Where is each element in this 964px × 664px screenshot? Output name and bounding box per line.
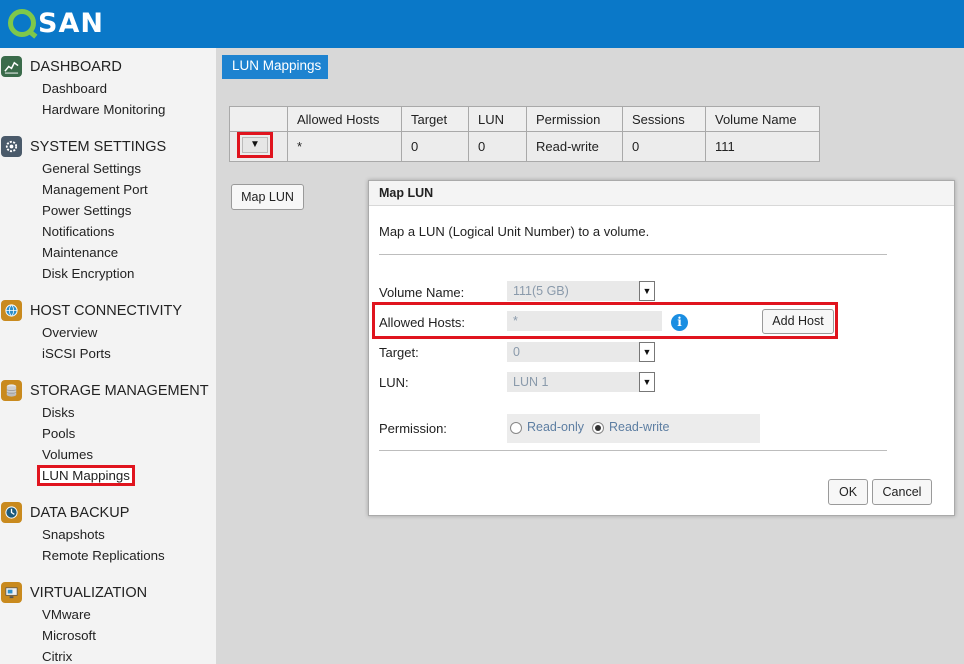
info-icon[interactable]: i	[671, 314, 688, 331]
sidebar-header-storage-management[interactable]: STORAGE MANAGEMENT	[0, 380, 216, 402]
sidebar-title: SYSTEM SETTINGS	[30, 139, 167, 155]
table-header: Sessions	[622, 106, 706, 132]
table-row: ▼ * 0 0 Read-write 0 111	[229, 131, 820, 162]
map-lun-button[interactable]: Map LUN	[231, 184, 304, 210]
sidebar-item-remote-replications[interactable]: Remote Replications	[0, 545, 216, 566]
volume-name-select[interactable]: 111(5 GB) ▼	[507, 281, 655, 301]
table-cell: 0	[622, 131, 706, 162]
target-label: Target:	[379, 345, 419, 360]
sidebar-item-power-settings[interactable]: Power Settings	[0, 200, 216, 221]
volume-name-label: Volume Name:	[379, 285, 465, 300]
dialog-description: Map a LUN (Logical Unit Number) to a vol…	[379, 224, 650, 239]
table-cell: 111	[705, 131, 820, 162]
sidebar-item-dashboard[interactable]: Dashboard	[0, 78, 216, 99]
sidebar-header-data-backup[interactable]: DATA BACKUP	[0, 502, 216, 524]
sidebar: DASHBOARD Dashboard Hardware Monitoring …	[0, 48, 216, 664]
chevron-down-icon: ▼	[639, 372, 655, 392]
sidebar-item-iscsi-ports[interactable]: iSCSI Ports	[0, 343, 216, 364]
sidebar-item-management-port[interactable]: Management Port	[0, 179, 216, 200]
sidebar-header-host-connectivity[interactable]: HOST CONNECTIVITY	[0, 300, 216, 322]
dialog-title: Map LUN	[369, 181, 954, 206]
settings-gear-icon	[1, 136, 22, 157]
sidebar-item-citrix[interactable]: Citrix	[0, 646, 216, 664]
sidebar-title: HOST CONNECTIVITY	[30, 303, 182, 319]
sidebar-item-disks[interactable]: Disks	[0, 402, 216, 423]
cancel-button[interactable]: Cancel	[872, 479, 932, 505]
sidebar-item-snapshots[interactable]: Snapshots	[0, 524, 216, 545]
permission-radio-group: Read-only Read-write	[507, 414, 760, 443]
sidebar-title: STORAGE MANAGEMENT	[30, 383, 209, 399]
database-icon	[1, 380, 22, 401]
logo-text: SAN	[38, 7, 104, 39]
lun-select[interactable]: LUN 1 ▼	[507, 372, 655, 392]
lun-value: LUN 1	[513, 375, 549, 389]
ok-button[interactable]: OK	[828, 479, 868, 505]
sidebar-item-pools[interactable]: Pools	[0, 423, 216, 444]
read-write-label[interactable]: Read-write	[609, 420, 669, 434]
lun-mappings-table: Allowed Hosts Target LUN Permission Sess…	[229, 106, 820, 162]
tab-lun-mappings[interactable]: LUN Mappings	[222, 55, 328, 79]
sidebar-title: DATA BACKUP	[30, 505, 130, 521]
table-cell: Read-write	[526, 131, 623, 162]
sidebar-item-overview[interactable]: Overview	[0, 322, 216, 343]
row-action-dropdown-button[interactable]: ▼	[237, 132, 273, 158]
table-header-row: Allowed Hosts Target LUN Permission Sess…	[229, 106, 820, 132]
sidebar-item-disk-encryption[interactable]: Disk Encryption	[0, 263, 216, 284]
sidebar-group-storage-management: STORAGE MANAGEMENT Disks Pools Volumes L…	[0, 380, 216, 486]
chevron-down-icon: ▼	[242, 137, 268, 153]
divider	[379, 450, 887, 451]
sidebar-item-vmware[interactable]: VMware	[0, 604, 216, 625]
sidebar-header-virtualization[interactable]: VIRTUALIZATION	[0, 582, 216, 604]
chevron-down-icon: ▼	[639, 342, 655, 362]
table-header: Target	[401, 106, 469, 132]
table-header	[229, 106, 288, 132]
add-host-button[interactable]: Add Host	[762, 309, 834, 334]
table-cell-action: ▼	[229, 131, 288, 162]
table-cell: 0	[401, 131, 469, 162]
sidebar-group-virtualization: VIRTUALIZATION VMware Microsoft Citrix	[0, 582, 216, 664]
sidebar-header-dashboard[interactable]: DASHBOARD	[0, 56, 216, 78]
sidebar-item-notifications[interactable]: Notifications	[0, 221, 216, 242]
table-header: LUN	[468, 106, 527, 132]
sidebar-item-maintenance[interactable]: Maintenance	[0, 242, 216, 263]
target-value: 0	[513, 345, 520, 359]
table-header: Volume Name	[705, 106, 820, 132]
sidebar-item-microsoft[interactable]: Microsoft	[0, 625, 216, 646]
table-cell: *	[287, 131, 402, 162]
sidebar-group-system-settings: SYSTEM SETTINGS General Settings Managem…	[0, 136, 216, 284]
dashboard-chart-icon	[1, 56, 22, 77]
sidebar-item-lun-mappings[interactable]: LUN Mappings	[0, 465, 216, 486]
allowed-hosts-field[interactable]: *	[507, 311, 662, 331]
permission-label: Permission:	[379, 421, 447, 436]
chevron-down-icon: ▼	[639, 281, 655, 301]
qsan-logo[interactable]: SAN	[8, 6, 104, 40]
sidebar-title: DASHBOARD	[30, 59, 122, 75]
globe-icon	[1, 300, 22, 321]
read-write-radio[interactable]	[592, 422, 604, 434]
map-lun-dialog: Map LUN Map a LUN (Logical Unit Number) …	[368, 180, 955, 516]
sidebar-title: VIRTUALIZATION	[30, 585, 148, 601]
table-header: Allowed Hosts	[287, 106, 402, 132]
lun-label: LUN:	[379, 375, 409, 390]
sidebar-item-volumes[interactable]: Volumes	[0, 444, 216, 465]
target-select[interactable]: 0 ▼	[507, 342, 655, 362]
virtualization-icon	[1, 582, 22, 603]
sidebar-item-general-settings[interactable]: General Settings	[0, 158, 216, 179]
volume-name-value: 111(5 GB)	[513, 284, 569, 298]
table-header: Permission	[526, 106, 623, 132]
divider	[379, 254, 887, 255]
sidebar-group-data-backup: DATA BACKUP Snapshots Remote Replication…	[0, 502, 216, 566]
top-bar: SAN	[0, 0, 964, 48]
sidebar-header-system-settings[interactable]: SYSTEM SETTINGS	[0, 136, 216, 158]
sidebar-item-hardware-monitoring[interactable]: Hardware Monitoring	[0, 99, 216, 120]
table-cell: 0	[468, 131, 527, 162]
sidebar-group-dashboard: DASHBOARD Dashboard Hardware Monitoring	[0, 56, 216, 120]
allowed-hosts-label: Allowed Hosts:	[379, 315, 465, 330]
backup-clock-icon	[1, 502, 22, 523]
sidebar-group-host-connectivity: HOST CONNECTIVITY Overview iSCSI Ports	[0, 300, 216, 364]
logo-q-mark	[8, 9, 36, 37]
read-only-label[interactable]: Read-only	[527, 420, 584, 434]
read-only-radio[interactable]	[510, 422, 522, 434]
